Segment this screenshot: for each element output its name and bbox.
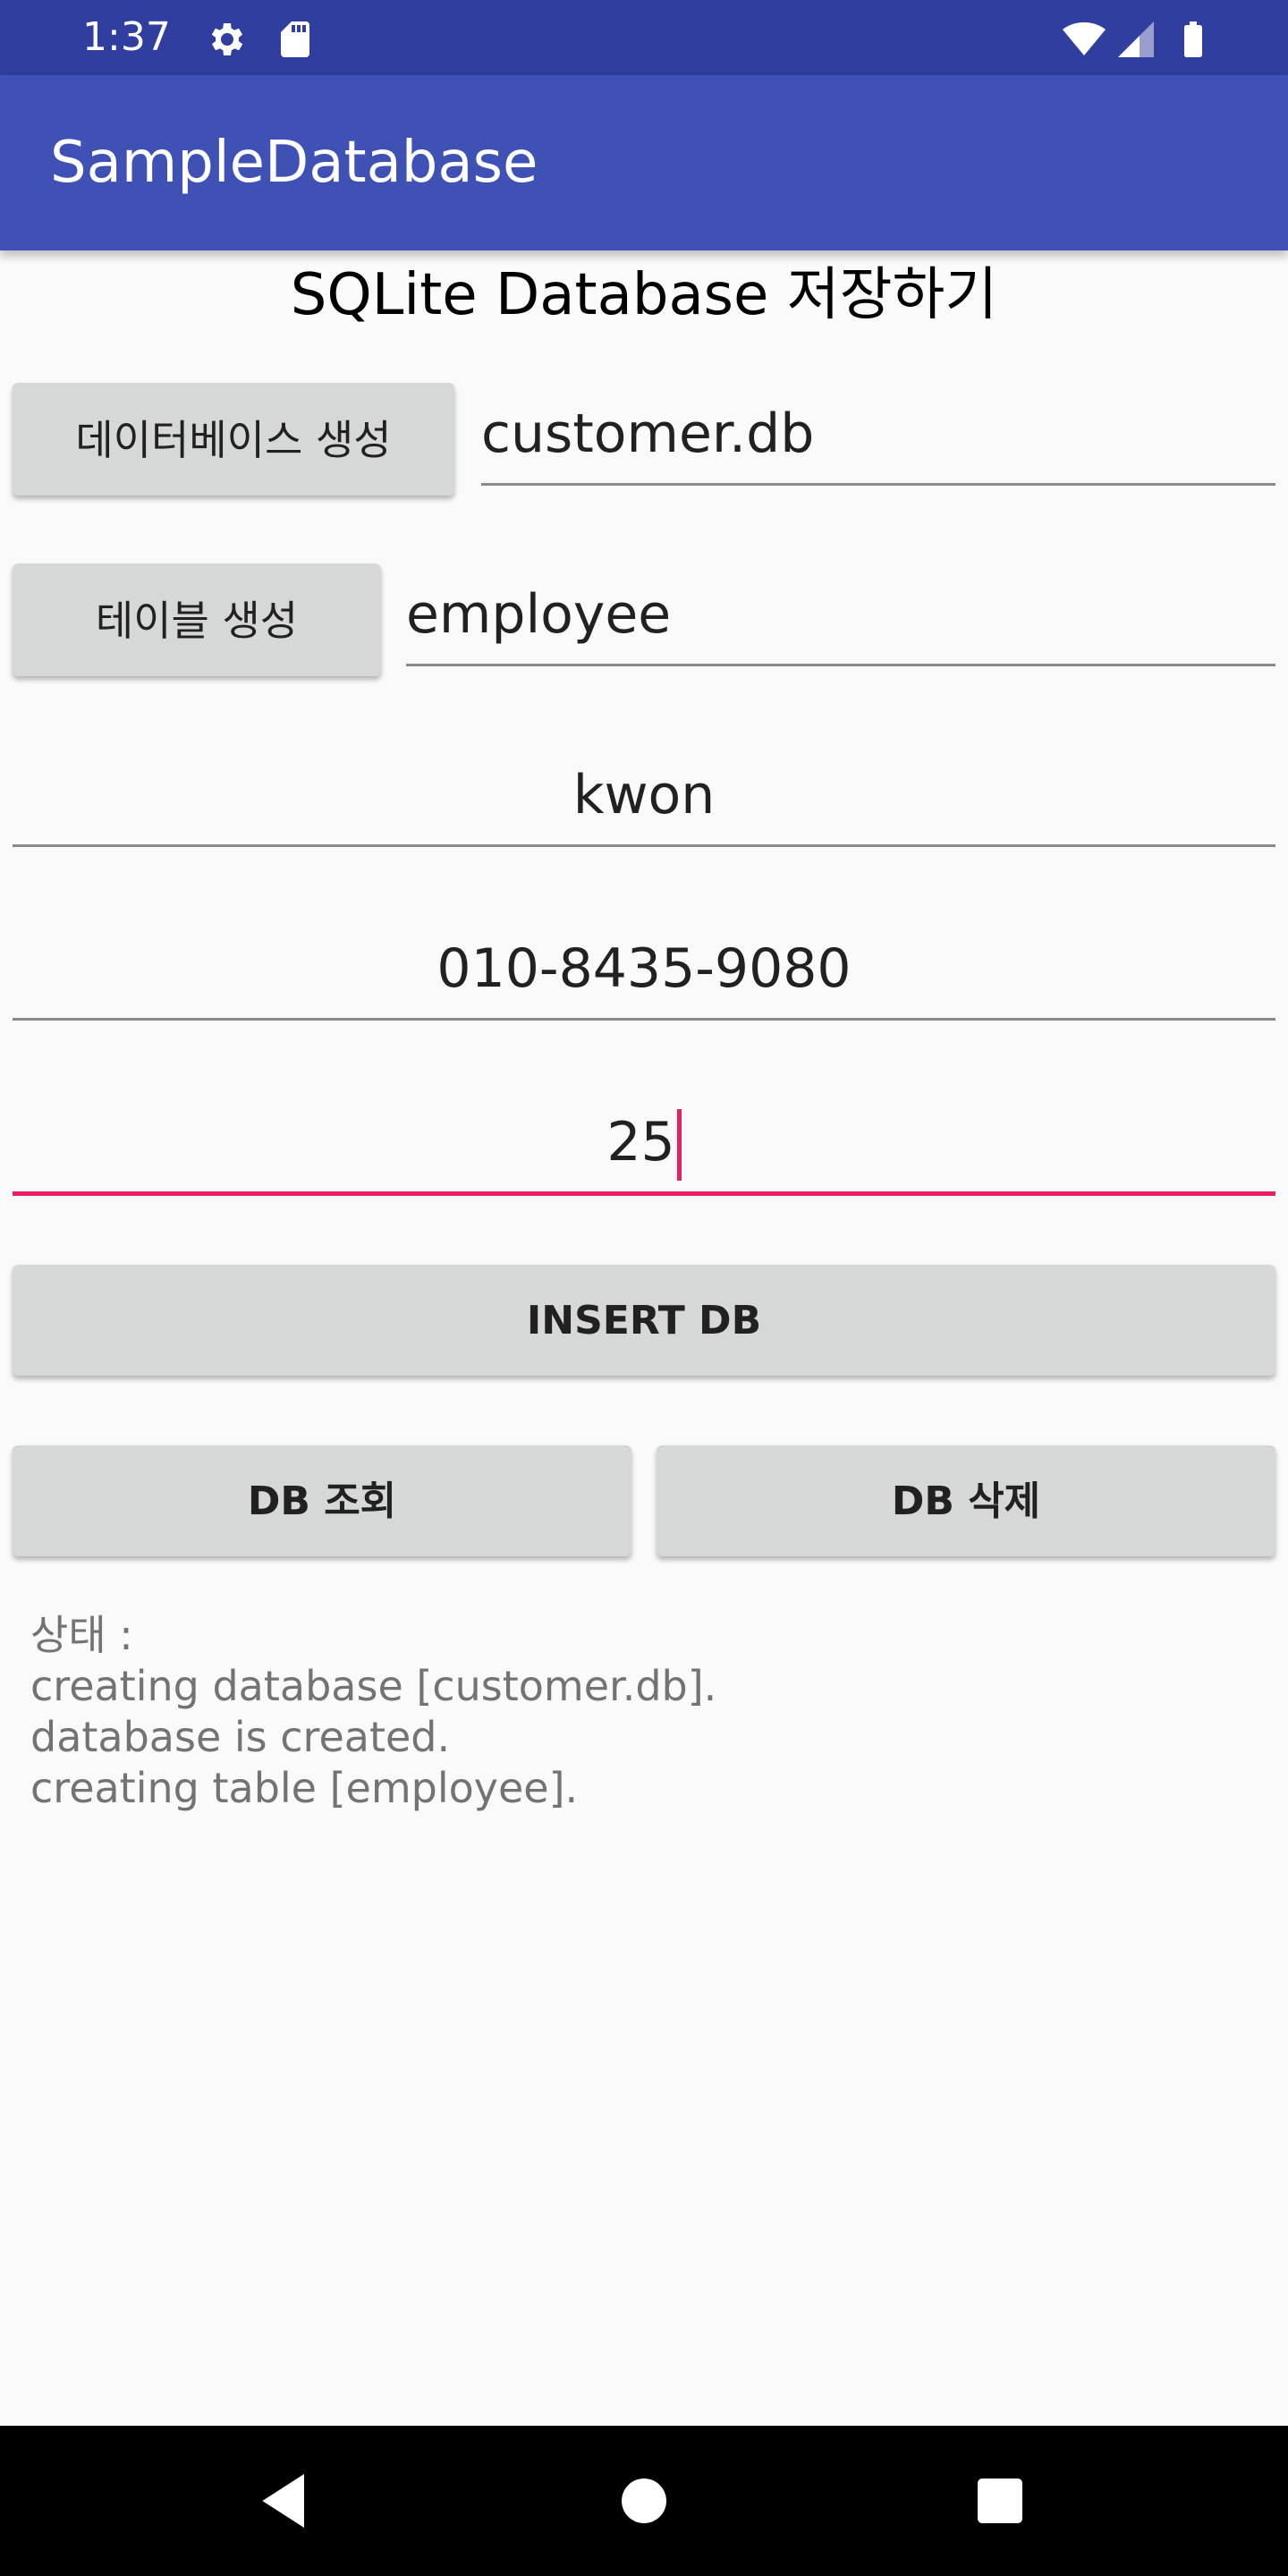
age-input[interactable]: 25: [13, 1093, 1275, 1196]
home-icon[interactable]: [608, 2465, 680, 2537]
phone-value: 010-8435-9080: [436, 937, 852, 1000]
signal-icon: [1118, 21, 1154, 57]
text-cursor: [676, 1109, 682, 1182]
name-value: kwon: [572, 764, 716, 826]
status-time: 1:37: [82, 14, 171, 60]
recents-icon[interactable]: [964, 2465, 1036, 2537]
phone-input[interactable]: 010-8435-9080: [13, 919, 1275, 1021]
sd-card-icon: [281, 21, 309, 57]
battery-icon: [1184, 21, 1202, 57]
app-bar: SampleDatabase: [0, 75, 1288, 250]
query-db-button[interactable]: DB 조회: [13, 1445, 631, 1556]
insert-db-button[interactable]: INSERT DB: [13, 1265, 1275, 1376]
table-name-value: employee: [406, 583, 672, 646]
back-icon[interactable]: [250, 2465, 322, 2537]
database-name-input[interactable]: customer.db: [481, 385, 1275, 486]
create-database-button[interactable]: 데이터베이스 생성: [13, 383, 454, 496]
wifi-icon: [1063, 22, 1106, 55]
database-name-value: customer.db: [481, 402, 815, 465]
status-bar: 1:37: [0, 0, 1288, 75]
page-title: SQLite Database 저장하기: [290, 262, 998, 328]
name-input[interactable]: kwon: [13, 746, 1275, 847]
table-name-input[interactable]: employee: [406, 565, 1275, 666]
age-value: 25: [606, 1111, 675, 1174]
gear-icon: [211, 23, 243, 55]
status-log: 상태 : creating database [customer.db]. da…: [30, 1611, 717, 1812]
app-title: SampleDatabase: [50, 130, 538, 196]
create-table-button[interactable]: 테이블 생성: [13, 564, 381, 676]
delete-db-button[interactable]: DB 삭제: [657, 1445, 1275, 1556]
navigation-bar: [0, 2426, 1288, 2576]
